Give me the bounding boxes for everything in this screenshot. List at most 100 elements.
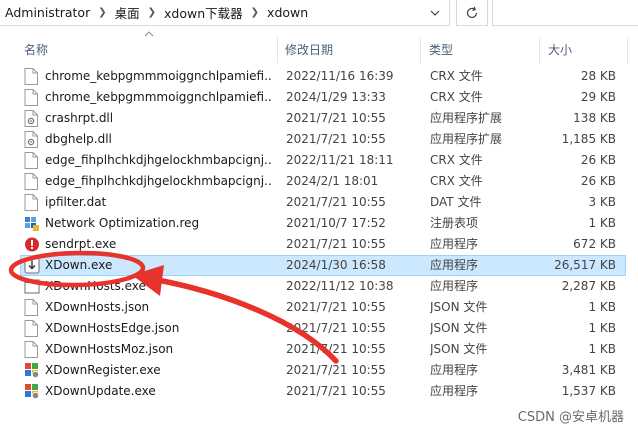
column-header-name[interactable]: 名称 xyxy=(24,41,48,59)
file-row[interactable]: XDownHosts.exe 2022/11/12 10:38 应用程序 2,287 … xyxy=(20,276,626,297)
file-modified-date: 2021/7/21 10:55 xyxy=(286,237,386,251)
chevron-down-icon xyxy=(430,10,440,16)
file-modified-date: 2024/2/1 18:01 xyxy=(286,174,379,188)
file-name: XDownHosts.json xyxy=(45,300,150,314)
column-divider[interactable] xyxy=(539,37,540,63)
file-size: 3,481 KB xyxy=(561,363,616,377)
file-row[interactable]: Network Optimization.reg 2021/10/7 17:52 注… xyxy=(20,213,626,234)
search-input[interactable] xyxy=(492,0,638,26)
dll-file-icon xyxy=(24,110,40,127)
column-header-type[interactable]: 类型 xyxy=(429,41,453,59)
file-type: CRX 文件 xyxy=(430,153,483,167)
file-size: 26 KB xyxy=(580,174,616,188)
file-row[interactable]: chrome_kebpgmmmoiggnchlpamiefi... 2022/11… xyxy=(20,66,626,87)
file-size: 1 KB xyxy=(588,321,616,335)
file-size: 29 KB xyxy=(580,90,616,104)
chevron-right-icon[interactable]: ❯ xyxy=(248,7,262,18)
column-divider[interactable] xyxy=(420,37,421,63)
generic-file-icon xyxy=(24,320,40,337)
file-name: XDownHosts.exe xyxy=(45,279,146,293)
file-name: chrome_kebpgmmmoiggnchlpamiefi... xyxy=(45,69,271,83)
xdown-app-icon xyxy=(24,257,40,274)
column-divider[interactable] xyxy=(627,37,628,63)
file-type: 应用程序扩展 xyxy=(430,132,503,146)
refresh-button[interactable] xyxy=(456,0,488,26)
file-type: 应用程序 xyxy=(430,363,479,377)
file-name: dbghelp.dll xyxy=(45,132,112,146)
file-row[interactable]: XDownHosts.json 2021/7/21 10:55 JSON 文件 1 K… xyxy=(20,297,626,318)
file-modified-date: 2021/10/7 17:52 xyxy=(286,216,386,230)
breadcrumb: Administrator ❯ 桌面 ❯ xdown下载器 ❯ xdown xyxy=(0,0,313,26)
file-type: 应用程序 xyxy=(430,237,479,251)
file-modified-date: 2024/1/30 16:58 xyxy=(286,258,386,272)
file-type: JSON 文件 xyxy=(430,321,488,335)
generic-file-icon xyxy=(24,194,40,211)
file-name: sendrpt.exe xyxy=(45,237,117,251)
file-type: JSON 文件 xyxy=(430,342,488,356)
breadcrumb-item-xdown-folder[interactable]: xdown下载器 xyxy=(159,3,248,22)
file-size: 138 KB xyxy=(573,111,616,125)
column-header-size[interactable]: 大小 xyxy=(548,41,572,59)
column-header-date[interactable]: 修改日期 xyxy=(285,41,333,59)
file-size: 26,517 KB xyxy=(554,258,616,272)
file-row[interactable]: XDown.exe 2024/1/30 16:58 应用程序 26,517 KB xyxy=(20,255,626,276)
file-explorer-window: Administrator ❯ 桌面 ❯ xdown下载器 ❯ xdown 名称… xyxy=(0,0,638,438)
breadcrumb-item-desktop[interactable]: 桌面 xyxy=(110,3,145,22)
file-row[interactable]: dbghelp.dll 2021/7/21 10:55 应用程序扩展 1,185 KB xyxy=(20,129,626,150)
file-row[interactable]: chrome_kebpgmmmoiggnchlpamiefi... 2024/1/… xyxy=(20,87,626,108)
file-modified-date: 2022/11/16 16:39 xyxy=(286,69,394,83)
file-name: ipfilter.dat xyxy=(45,195,107,209)
file-modified-date: 2024/1/29 13:33 xyxy=(286,90,386,104)
file-modified-date: 2021/7/21 10:55 xyxy=(286,300,386,314)
address-bar[interactable]: Administrator ❯ 桌面 ❯ xdown下载器 ❯ xdown xyxy=(0,0,450,26)
file-row[interactable]: edge_fihplhchkdjhgelockhmbapcignj... 2024… xyxy=(20,171,626,192)
file-name: edge_fihplhchkdjhgelockhmbapcignj... xyxy=(45,153,271,167)
file-size: 1,537 KB xyxy=(561,384,616,398)
column-divider[interactable] xyxy=(277,37,278,63)
installer-app-icon xyxy=(24,362,40,379)
app-icon xyxy=(24,278,40,295)
chevron-right-icon[interactable]: ❯ xyxy=(145,7,159,18)
installer-app-icon xyxy=(24,383,40,400)
file-type: CRX 文件 xyxy=(430,69,483,83)
file-modified-date: 2021/7/21 10:55 xyxy=(286,321,386,335)
file-type: JSON 文件 xyxy=(430,300,488,314)
registry-file-icon xyxy=(24,215,40,232)
file-row[interactable]: ipfilter.dat 2021/7/21 10:55 DAT 文件 3 KB xyxy=(20,192,626,213)
file-name: edge_fihplhchkdjhgelockhmbapcignj... xyxy=(45,174,271,188)
chevron-right-icon[interactable]: ❯ xyxy=(95,7,109,18)
file-row[interactable]: XDownHostsEdge.json 2021/7/21 10:55 JSON 文… xyxy=(20,318,626,339)
address-history-dropdown[interactable] xyxy=(426,4,444,22)
file-name: chrome_kebpgmmmoiggnchlpamiefi... xyxy=(45,90,271,104)
file-modified-date: 2021/7/21 10:55 xyxy=(286,132,386,146)
file-name: XDown.exe xyxy=(45,258,113,272)
file-row[interactable]: XDownUpdate.exe 2021/7/21 10:55 应用程序 1,537 … xyxy=(20,381,626,402)
file-row[interactable]: XDownRegister.exe 2021/7/21 10:55 应用程序 3,48… xyxy=(20,360,626,381)
file-size: 1 KB xyxy=(588,300,616,314)
file-row[interactable]: edge_fihplhchkdjhgelockhmbapcignj... 2022… xyxy=(20,150,626,171)
file-modified-date: 2021/7/21 10:55 xyxy=(286,342,386,356)
file-name: Network Optimization.reg xyxy=(45,216,200,230)
generic-file-icon xyxy=(24,68,40,85)
file-size: 1 KB xyxy=(588,342,616,356)
file-row[interactable]: XDownHostsMoz.json 2021/7/21 10:55 JSON 文件… xyxy=(20,339,626,360)
file-type: 注册表项 xyxy=(430,216,479,230)
breadcrumb-item-xdown[interactable]: xdown xyxy=(262,5,313,20)
breadcrumb-item-administrator[interactable]: Administrator xyxy=(0,5,95,20)
file-name: XDownRegister.exe xyxy=(45,363,161,377)
file-size: 28 KB xyxy=(580,69,616,83)
refresh-icon xyxy=(466,6,478,18)
address-bar-row: Administrator ❯ 桌面 ❯ xdown下载器 ❯ xdown xyxy=(0,0,638,27)
file-size: 2,287 KB xyxy=(561,279,616,293)
file-row[interactable]: sendrpt.exe 2021/7/21 10:55 应用程序 672 KB xyxy=(20,234,626,255)
error-app-icon xyxy=(24,236,40,253)
file-modified-date: 2022/11/12 10:38 xyxy=(286,279,394,293)
watermark: CSDN @安卓机器 xyxy=(517,410,624,425)
file-size: 1 KB xyxy=(588,216,616,230)
file-modified-date: 2021/7/21 10:55 xyxy=(286,195,386,209)
file-modified-date: 2021/7/21 10:55 xyxy=(286,111,386,125)
dll-file-icon xyxy=(24,131,40,148)
file-modified-date: 2022/11/21 18:11 xyxy=(286,153,394,167)
file-name: XDownHostsEdge.json xyxy=(45,321,180,335)
file-row[interactable]: crashrpt.dll 2021/7/21 10:55 应用程序扩展 138 KB xyxy=(20,108,626,129)
